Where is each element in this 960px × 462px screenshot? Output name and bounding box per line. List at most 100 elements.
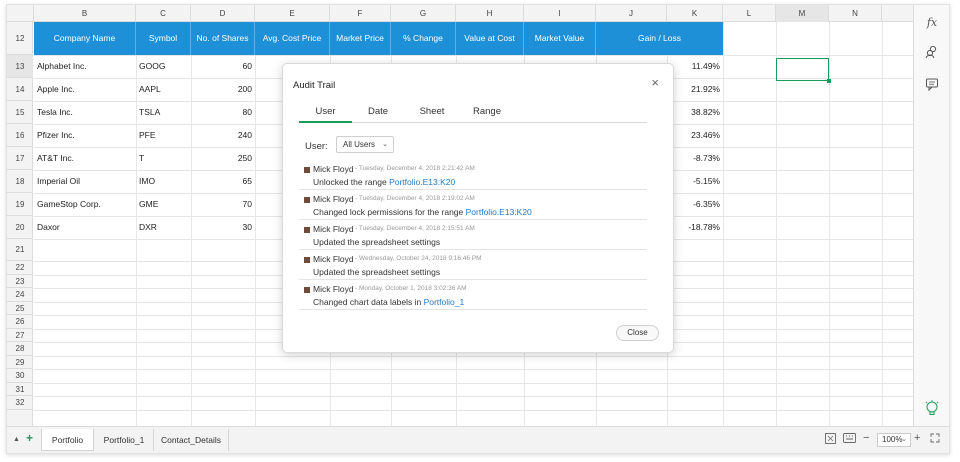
tab-sheet[interactable]: Sheet — [412, 106, 452, 123]
cell-gain[interactable]: -5.15% — [667, 170, 723, 193]
column-header-j[interactable]: J — [596, 5, 667, 22]
entry-chart-link[interactable]: Portfolio_1 — [424, 297, 465, 307]
cell-company[interactable]: AT&T Inc. — [34, 147, 136, 170]
cell-shares[interactable]: 30 — [191, 216, 255, 239]
row-header[interactable]: 31 — [7, 383, 33, 396]
cell-gain[interactable]: -8.73% — [667, 147, 723, 170]
cell-shares[interactable]: 65 — [191, 170, 255, 193]
cell-gain[interactable]: 23.46% — [667, 124, 723, 147]
header-value-at-cost[interactable]: Value at Cost — [456, 22, 524, 55]
row-header[interactable]: 24 — [7, 288, 33, 302]
add-sheet-button[interactable]: + — [26, 431, 33, 445]
header-change[interactable]: % Change — [391, 22, 456, 55]
collaborators-icon[interactable] — [922, 45, 942, 65]
cell-company[interactable]: Tesla Inc. — [34, 101, 136, 124]
cell-shares[interactable]: 80 — [191, 101, 255, 124]
row-header[interactable]: 17 — [7, 147, 33, 170]
cell-gain[interactable]: -6.35% — [667, 193, 723, 216]
header-symbol[interactable]: Symbol — [136, 22, 191, 55]
tab-user[interactable]: User — [299, 106, 352, 123]
cell-company[interactable]: Alphabet Inc. — [34, 55, 136, 78]
function-icon[interactable]: fx — [922, 13, 942, 33]
column-header-n[interactable]: N — [829, 5, 882, 22]
column-header-g[interactable]: G — [391, 5, 456, 22]
row-header[interactable]: 32 — [7, 396, 33, 410]
column-header-m[interactable]: M — [776, 5, 829, 22]
row-header[interactable]: 29 — [7, 356, 33, 369]
column-header-b[interactable]: B — [34, 5, 136, 22]
header-shares[interactable]: No. of Shares — [191, 22, 255, 55]
fit-view-icon[interactable] — [825, 433, 836, 448]
cell-symbol[interactable]: IMO — [136, 170, 191, 193]
row-header[interactable]: 16 — [7, 124, 33, 147]
select-all-corner[interactable] — [7, 5, 34, 22]
cell-company[interactable]: Daxor — [34, 216, 136, 239]
close-icon[interactable]: × — [651, 76, 659, 89]
column-header-k[interactable]: K — [667, 5, 723, 22]
cell-company[interactable]: Apple Inc. — [34, 78, 136, 101]
cell-symbol[interactable]: GOOG — [136, 55, 191, 78]
column-header-l[interactable]: L — [723, 5, 776, 22]
zia-lightbulb-icon[interactable] — [922, 400, 942, 420]
column-header-i[interactable]: I — [524, 5, 596, 22]
comments-icon[interactable] — [922, 77, 942, 97]
column-header-f[interactable]: F — [330, 5, 391, 22]
sheet-tab-contact-details[interactable]: Contact_Details — [154, 429, 229, 451]
row-header[interactable]: 30 — [7, 369, 33, 383]
row-header[interactable]: 19 — [7, 193, 33, 216]
cell-gain[interactable]: 11.49% — [667, 55, 723, 78]
zoom-out-button[interactable]: − — [863, 431, 869, 445]
column-header-d[interactable]: D — [191, 5, 255, 22]
cell-gain[interactable]: 38.82% — [667, 101, 723, 124]
cell-gain[interactable]: -18.78% — [667, 216, 723, 239]
header-market-value[interactable]: Market Value — [524, 22, 596, 55]
zoom-in-button[interactable]: + — [914, 431, 920, 445]
tab-date[interactable]: Date — [359, 106, 397, 123]
column-header-h[interactable]: H — [456, 5, 524, 22]
row-header[interactable]: 22 — [7, 261, 33, 275]
tab-range[interactable]: Range — [467, 106, 507, 123]
zoom-select[interactable]: 100% ⌄ — [877, 433, 911, 447]
cell-symbol[interactable]: GME — [136, 193, 191, 216]
row-header[interactable]: 14 — [7, 78, 33, 101]
row-header[interactable]: 13 — [7, 55, 33, 78]
cell-shares[interactable]: 250 — [191, 147, 255, 170]
header-gain-loss[interactable]: Gain / Loss — [596, 22, 723, 55]
header-avg-cost[interactable]: Avg. Cost Price — [255, 22, 330, 55]
row-header[interactable]: 25 — [7, 302, 33, 315]
keyboard-icon[interactable] — [843, 433, 856, 447]
sheet-tab-portfolio-1[interactable]: Portfolio_1 — [95, 429, 154, 451]
row-header[interactable]: 27 — [7, 329, 33, 342]
column-header-e[interactable]: E — [255, 5, 330, 22]
cell-company[interactable]: Imperial Oil — [34, 170, 136, 193]
header-company-name[interactable]: Company Name — [34, 22, 136, 55]
cell-symbol[interactable]: AAPL — [136, 78, 191, 101]
cell-shares[interactable]: 70 — [191, 193, 255, 216]
row-header[interactable]: 21 — [7, 239, 33, 261]
cell-shares[interactable]: 200 — [191, 78, 255, 101]
row-header[interactable]: 18 — [7, 170, 33, 193]
cell-symbol[interactable]: PFE — [136, 124, 191, 147]
row-header[interactable]: 26 — [7, 315, 33, 329]
user-filter-select[interactable]: All Users ⌄ — [336, 136, 394, 153]
close-button[interactable]: Close — [616, 325, 659, 341]
row-header[interactable]: 23 — [7, 275, 33, 288]
cell-symbol[interactable]: T — [136, 147, 191, 170]
header-market-price[interactable]: Market Price — [330, 22, 391, 55]
column-header-c[interactable]: C — [136, 5, 191, 22]
cell-company[interactable]: GameStop Corp. — [34, 193, 136, 216]
entry-range-link[interactable]: Portfolio.E13:K20 — [466, 207, 532, 217]
row-header[interactable]: 12 — [7, 22, 33, 55]
cell-symbol[interactable]: TSLA — [136, 101, 191, 124]
sheet-tab-portfolio[interactable]: Portfolio — [41, 429, 94, 451]
cell-company[interactable]: Pfizer Inc. — [34, 124, 136, 147]
cell-gain[interactable]: 21.92% — [667, 78, 723, 101]
entry-range-link[interactable]: Portfolio.E13:K20 — [389, 177, 455, 187]
cell-shares[interactable]: 240 — [191, 124, 255, 147]
cell-shares[interactable]: 60 — [191, 55, 255, 78]
row-header[interactable]: 28 — [7, 342, 33, 356]
active-cell-selection[interactable] — [776, 58, 831, 83]
cell-symbol[interactable]: DXR — [136, 216, 191, 239]
tab-scroll-up-icon[interactable]: ▲ — [13, 433, 20, 447]
row-header[interactable]: 15 — [7, 101, 33, 124]
